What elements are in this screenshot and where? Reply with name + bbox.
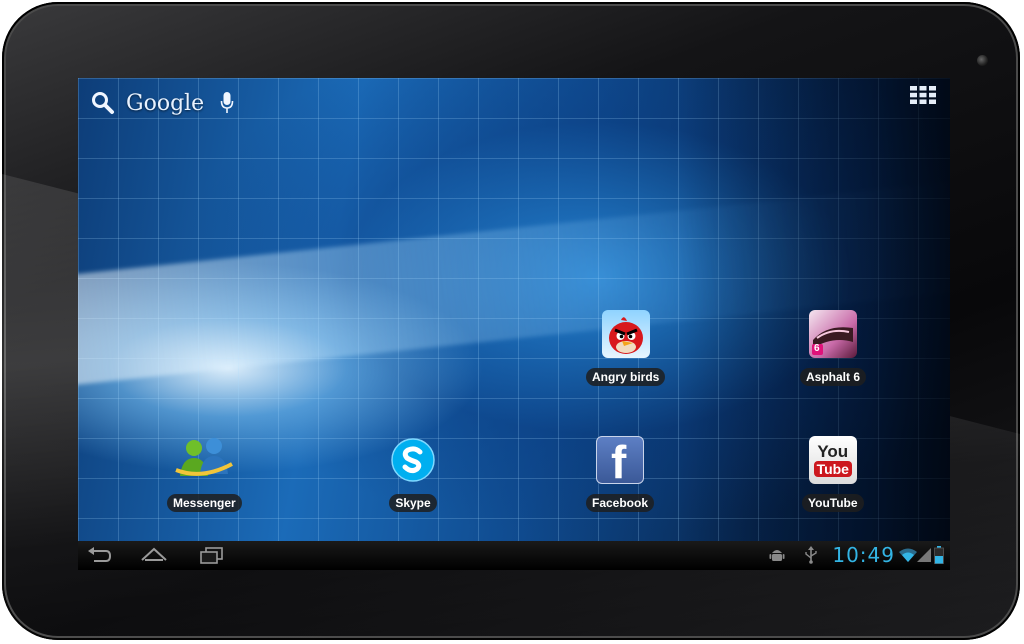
app-asphalt-6[interactable]: 6 Asphalt 6 bbox=[800, 310, 867, 386]
signal-icon bbox=[917, 548, 931, 562]
angry-birds-icon[interactable] bbox=[601, 310, 650, 358]
battery-icon bbox=[934, 546, 944, 564]
app-label: Messenger bbox=[167, 494, 242, 512]
skype-icon[interactable] bbox=[389, 436, 437, 484]
app-messenger[interactable]: Messenger bbox=[167, 436, 242, 512]
android-debug-icon bbox=[769, 550, 785, 561]
messenger-icon[interactable] bbox=[172, 436, 236, 484]
app-facebook[interactable]: f Facebook bbox=[586, 436, 655, 512]
asphalt-badge: 6 bbox=[814, 343, 820, 354]
app-label: Facebook bbox=[586, 494, 655, 512]
google-logo[interactable]: Google bbox=[126, 91, 204, 116]
clock[interactable]: 10:49 bbox=[832, 543, 895, 567]
system-bar: 10:49 bbox=[78, 541, 950, 570]
home-screen: Google Angry birds 6 Asphalt 6 Messenger… bbox=[78, 78, 950, 570]
usb-icon bbox=[805, 546, 818, 564]
home-icon[interactable] bbox=[140, 544, 168, 566]
facebook-logo: f bbox=[611, 436, 627, 484]
asphalt-6-icon[interactable]: 6 bbox=[809, 310, 857, 358]
youtube-icon[interactable]: You Tube bbox=[808, 436, 857, 484]
app-youtube[interactable]: You Tube YouTube bbox=[802, 436, 864, 512]
all-apps-grid-icon[interactable] bbox=[910, 86, 936, 104]
youtube-logo-you: You bbox=[817, 442, 849, 461]
tablet-frame: Google Angry birds 6 Asphalt 6 Messenger… bbox=[2, 2, 1020, 640]
front-camera bbox=[977, 55, 988, 66]
youtube-logo-tube: Tube bbox=[813, 461, 852, 477]
status-area[interactable]: 10:49 bbox=[768, 543, 944, 567]
app-skype[interactable]: Skype bbox=[389, 436, 437, 512]
app-label: YouTube bbox=[802, 494, 864, 512]
google-search-widget[interactable]: Google bbox=[90, 88, 234, 118]
app-label: Asphalt 6 bbox=[800, 368, 867, 386]
search-icon[interactable] bbox=[90, 90, 116, 116]
app-label: Skype bbox=[389, 494, 437, 512]
back-icon[interactable] bbox=[86, 544, 112, 566]
microphone-icon[interactable] bbox=[220, 91, 234, 115]
wifi-icon bbox=[899, 548, 917, 562]
app-angry-birds[interactable]: Angry birds bbox=[586, 310, 666, 386]
facebook-icon[interactable]: f bbox=[596, 436, 644, 484]
recent-apps-icon[interactable] bbox=[198, 544, 224, 566]
app-label: Angry birds bbox=[586, 368, 666, 386]
